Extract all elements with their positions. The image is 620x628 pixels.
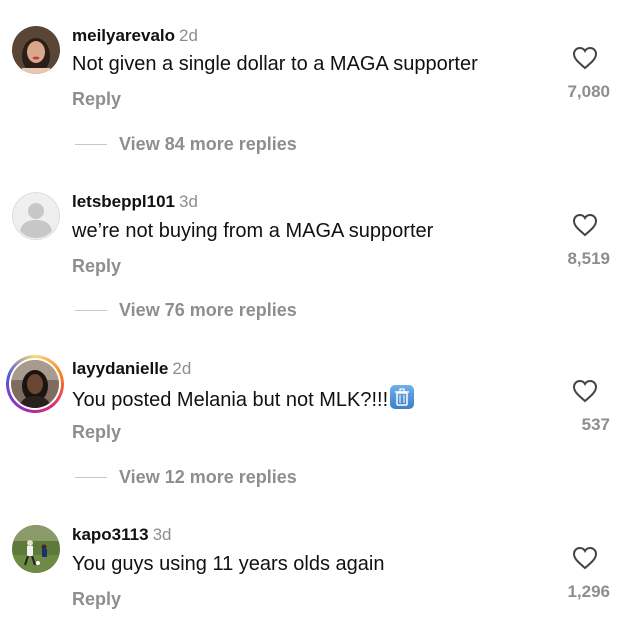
comment-text-row: You posted Melania but not MLK?!!! <box>72 385 415 412</box>
view-more-replies-label: View 12 more replies <box>119 466 297 487</box>
like-count: 1,296 <box>567 582 610 601</box>
avatar[interactable] <box>12 525 60 573</box>
comment-username[interactable]: kapo3113 <box>72 525 149 544</box>
view-more-replies-label: View 84 more replies <box>119 133 297 154</box>
heart-outline-icon[interactable] <box>572 546 598 570</box>
reply-button[interactable]: Reply <box>72 88 121 110</box>
avatar[interactable] <box>12 192 60 240</box>
view-more-replies[interactable]: View 76 more replies <box>75 299 297 321</box>
heart-outline-icon[interactable] <box>572 46 598 70</box>
like-count: 537 <box>581 415 610 434</box>
comment-username[interactable]: letsbeppl101 <box>72 192 175 211</box>
like-count: 7,080 <box>567 82 610 101</box>
comment-timestamp: 2d <box>172 359 192 378</box>
comment-username[interactable]: layydanielle <box>72 359 168 378</box>
reply-button[interactable]: Reply <box>72 588 121 610</box>
heart-outline-icon[interactable] <box>572 213 598 237</box>
comment-text: we’re not buying from a MAGA supporter <box>72 220 434 242</box>
avatar-story-ring[interactable] <box>6 355 64 413</box>
comment-text: You posted Melania but not MLK?!!! <box>72 389 389 411</box>
reply-button[interactable]: Reply <box>72 255 121 277</box>
wastebasket-emoji-icon <box>390 385 415 409</box>
divider <box>75 143 107 145</box>
heart-outline-icon[interactable] <box>572 379 598 403</box>
reply-button[interactable]: Reply <box>72 421 121 443</box>
view-more-replies[interactable]: View 84 more replies <box>75 133 297 155</box>
divider <box>75 476 107 478</box>
view-more-replies[interactable]: View 12 more replies <box>75 466 297 488</box>
comment-text: Not given a single dollar to a MAGA supp… <box>72 53 478 75</box>
avatar <box>11 360 59 408</box>
comment-timestamp: 2d <box>179 26 198 45</box>
view-more-replies-label: View 76 more replies <box>119 299 297 320</box>
divider <box>75 309 107 311</box>
comment-text: You guys using 11 years olds again <box>72 553 385 575</box>
comment-timestamp: 3d <box>179 192 198 211</box>
comment-timestamp: 3d <box>152 525 172 544</box>
avatar[interactable] <box>12 26 60 74</box>
like-count: 8,519 <box>567 249 610 268</box>
comment-username[interactable]: meilyarevalo <box>72 26 175 45</box>
